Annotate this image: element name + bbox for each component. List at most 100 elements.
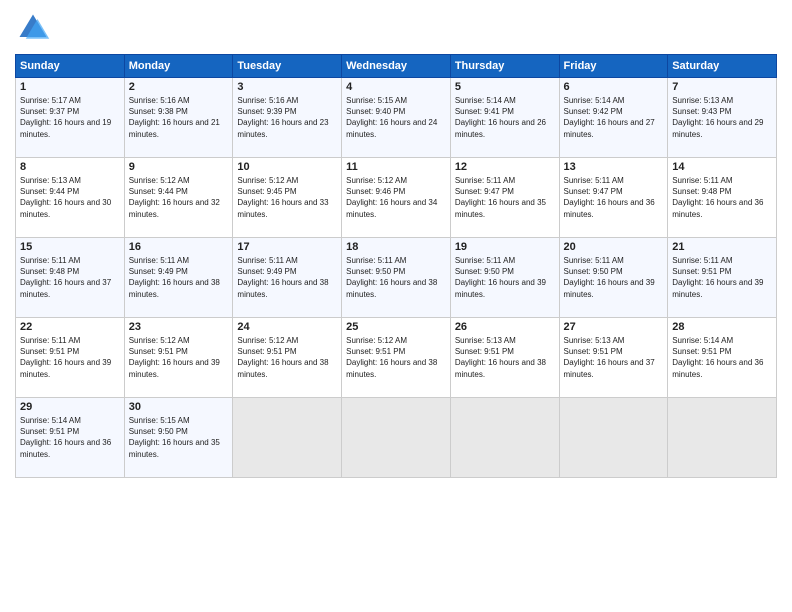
calendar-cell [559,398,668,478]
day-info: Sunrise: 5:14 AMSunset: 9:51 PMDaylight:… [20,415,120,460]
day-number: 4 [346,81,446,93]
day-number: 19 [455,241,555,253]
calendar-cell: 7 Sunrise: 5:13 AMSunset: 9:43 PMDaylight… [668,78,777,158]
calendar-cell: 6 Sunrise: 5:14 AMSunset: 9:42 PMDaylight… [559,78,668,158]
day-info: Sunrise: 5:11 AMSunset: 9:48 PMDaylight:… [20,255,120,300]
day-number: 16 [129,241,229,253]
col-header-tuesday: Tuesday [233,55,342,78]
day-info: Sunrise: 5:11 AMSunset: 9:48 PMDaylight:… [672,175,772,220]
day-number: 8 [20,161,120,173]
day-info: Sunrise: 5:11 AMSunset: 9:51 PMDaylight:… [672,255,772,300]
calendar-cell [668,398,777,478]
day-info: Sunrise: 5:14 AMSunset: 9:41 PMDaylight:… [455,95,555,140]
day-number: 22 [20,321,120,333]
day-info: Sunrise: 5:11 AMSunset: 9:50 PMDaylight:… [564,255,664,300]
day-number: 20 [564,241,664,253]
day-info: Sunrise: 5:12 AMSunset: 9:44 PMDaylight:… [129,175,229,220]
col-header-thursday: Thursday [450,55,559,78]
day-number: 6 [564,81,664,93]
calendar-cell: 28 Sunrise: 5:14 AMSunset: 9:51 PMDayligh… [668,318,777,398]
day-number: 21 [672,241,772,253]
calendar-cell: 8 Sunrise: 5:13 AMSunset: 9:44 PMDaylight… [16,158,125,238]
calendar-cell [450,398,559,478]
calendar-cell [233,398,342,478]
day-number: 26 [455,321,555,333]
calendar-cell: 22 Sunrise: 5:11 AMSunset: 9:51 PMDayligh… [16,318,125,398]
day-info: Sunrise: 5:12 AMSunset: 9:51 PMDaylight:… [129,335,229,380]
day-info: Sunrise: 5:16 AMSunset: 9:38 PMDaylight:… [129,95,229,140]
day-number: 10 [237,161,337,173]
col-header-sunday: Sunday [16,55,125,78]
calendar-cell: 29 Sunrise: 5:14 AMSunset: 9:51 PMDayligh… [16,398,125,478]
col-header-wednesday: Wednesday [342,55,451,78]
calendar-cell: 9 Sunrise: 5:12 AMSunset: 9:44 PMDaylight… [124,158,233,238]
day-number: 25 [346,321,446,333]
day-info: Sunrise: 5:11 AMSunset: 9:49 PMDaylight:… [129,255,229,300]
calendar-cell: 15 Sunrise: 5:11 AMSunset: 9:48 PMDayligh… [16,238,125,318]
day-info: Sunrise: 5:14 AMSunset: 9:51 PMDaylight:… [672,335,772,380]
calendar-cell: 5 Sunrise: 5:14 AMSunset: 9:41 PMDaylight… [450,78,559,158]
logo [15,10,55,46]
day-info: Sunrise: 5:11 AMSunset: 9:49 PMDaylight:… [237,255,337,300]
day-info: Sunrise: 5:12 AMSunset: 9:46 PMDaylight:… [346,175,446,220]
day-number: 18 [346,241,446,253]
day-info: Sunrise: 5:11 AMSunset: 9:47 PMDaylight:… [455,175,555,220]
day-number: 5 [455,81,555,93]
logo-icon [15,10,51,46]
day-number: 13 [564,161,664,173]
calendar-cell: 11 Sunrise: 5:12 AMSunset: 9:46 PMDayligh… [342,158,451,238]
day-number: 11 [346,161,446,173]
day-number: 30 [129,401,229,413]
calendar-cell: 4Sunrise: 5:15 AMSunset: 9:40 PMDaylight… [342,78,451,158]
calendar-cell: 18Sunrise: 5:11 AMSunset: 9:50 PMDayligh… [342,238,451,318]
col-header-saturday: Saturday [668,55,777,78]
calendar-cell: 10 Sunrise: 5:12 AMSunset: 9:45 PMDayligh… [233,158,342,238]
day-info: Sunrise: 5:12 AMSunset: 9:45 PMDaylight:… [237,175,337,220]
day-info: Sunrise: 5:13 AMSunset: 9:44 PMDaylight:… [20,175,120,220]
calendar-cell: 17 Sunrise: 5:11 AMSunset: 9:49 PMDayligh… [233,238,342,318]
day-number: 2 [129,81,229,93]
calendar-table: SundayMondayTuesdayWednesdayThursdayFrid… [15,54,777,478]
day-number: 15 [20,241,120,253]
col-header-friday: Friday [559,55,668,78]
day-number: 29 [20,401,120,413]
day-number: 12 [455,161,555,173]
day-info: Sunrise: 5:12 AMSunset: 9:51 PMDaylight:… [346,335,446,380]
day-info: Sunrise: 5:13 AMSunset: 9:51 PMDaylight:… [564,335,664,380]
day-info: Sunrise: 5:14 AMSunset: 9:42 PMDaylight:… [564,95,664,140]
day-info: Sunrise: 5:15 AMSunset: 9:50 PMDaylight:… [129,415,229,460]
day-info: Sunrise: 5:12 AMSunset: 9:51 PMDaylight:… [237,335,337,380]
calendar-cell: 1Sunrise: 5:17 AMSunset: 9:37 PMDaylight… [16,78,125,158]
calendar-cell: 19 Sunrise: 5:11 AMSunset: 9:50 PMDayligh… [450,238,559,318]
calendar-cell: 23 Sunrise: 5:12 AMSunset: 9:51 PMDayligh… [124,318,233,398]
calendar-cell: 16 Sunrise: 5:11 AMSunset: 9:49 PMDayligh… [124,238,233,318]
day-info: Sunrise: 5:11 AMSunset: 9:50 PMDaylight:… [455,255,555,300]
day-info: Sunrise: 5:13 AMSunset: 9:43 PMDaylight:… [672,95,772,140]
day-number: 23 [129,321,229,333]
col-header-monday: Monday [124,55,233,78]
calendar-cell: 13 Sunrise: 5:11 AMSunset: 9:47 PMDayligh… [559,158,668,238]
day-number: 28 [672,321,772,333]
calendar-cell [342,398,451,478]
calendar-cell: 27 Sunrise: 5:13 AMSunset: 9:51 PMDayligh… [559,318,668,398]
day-info: Sunrise: 5:13 AMSunset: 9:51 PMDaylight:… [455,335,555,380]
day-number: 9 [129,161,229,173]
day-number: 3 [237,81,337,93]
calendar-cell: 12 Sunrise: 5:11 AMSunset: 9:47 PMDayligh… [450,158,559,238]
calendar-cell: 21 Sunrise: 5:11 AMSunset: 9:51 PMDayligh… [668,238,777,318]
calendar-cell: 26 Sunrise: 5:13 AMSunset: 9:51 PMDayligh… [450,318,559,398]
day-info: Sunrise: 5:11 AMSunset: 9:51 PMDaylight:… [20,335,120,380]
page-header [15,10,777,46]
calendar-cell: 14Sunrise: 5:11 AMSunset: 9:48 PMDayligh… [668,158,777,238]
day-number: 27 [564,321,664,333]
calendar-cell: 30 Sunrise: 5:15 AMSunset: 9:50 PMDayligh… [124,398,233,478]
day-info: Sunrise: 5:11 AMSunset: 9:47 PMDaylight:… [564,175,664,220]
day-number: 24 [237,321,337,333]
calendar-cell: 24 Sunrise: 5:12 AMSunset: 9:51 PMDayligh… [233,318,342,398]
day-number: 17 [237,241,337,253]
day-info: Sunrise: 5:17 AMSunset: 9:37 PMDaylight:… [20,95,120,140]
calendar-cell: 25 Sunrise: 5:12 AMSunset: 9:51 PMDayligh… [342,318,451,398]
calendar-cell: 3 Sunrise: 5:16 AMSunset: 9:39 PMDaylight… [233,78,342,158]
day-number: 7 [672,81,772,93]
day-info: Sunrise: 5:16 AMSunset: 9:39 PMDaylight:… [237,95,337,140]
